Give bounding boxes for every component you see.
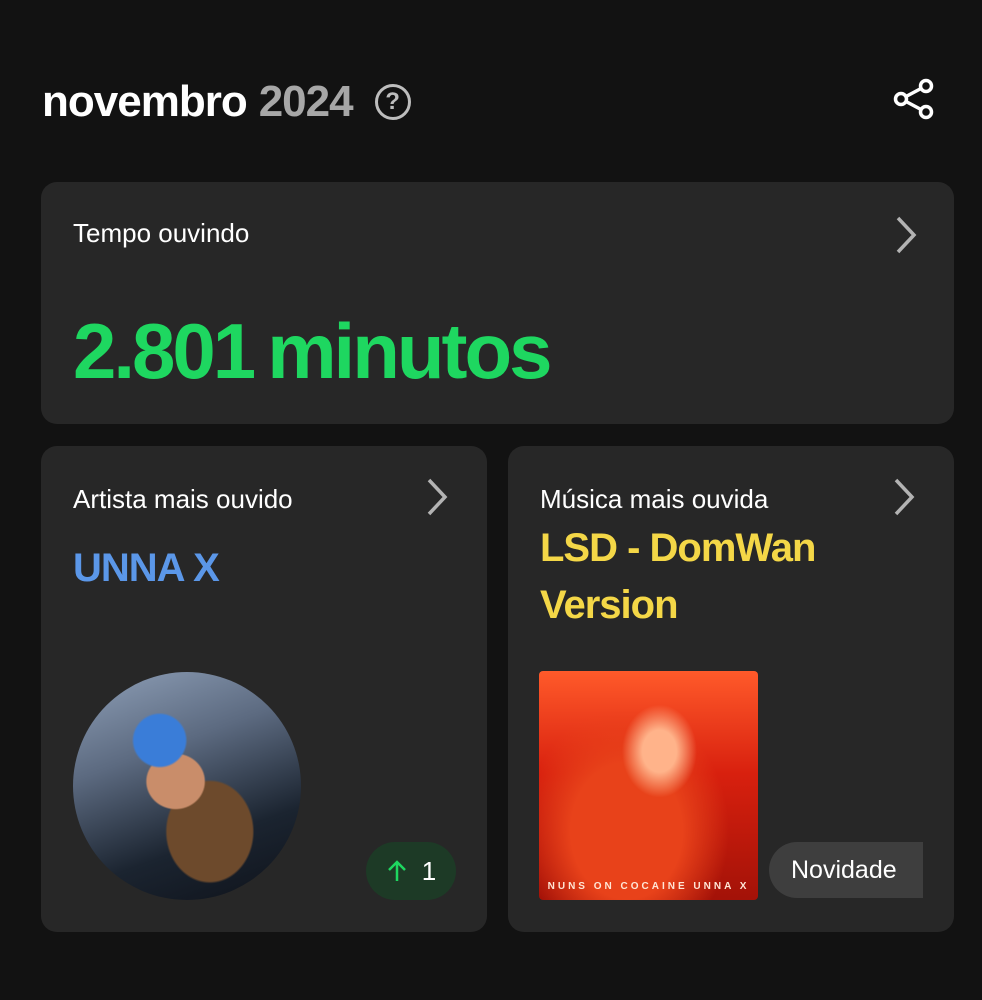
minutes-unit: minutos <box>267 307 552 395</box>
listening-time-value: 2.801 minutos <box>73 306 553 397</box>
month-title: novembro <box>42 77 248 126</box>
rank-change-value: 1 <box>421 855 437 886</box>
top-artist-card[interactable]: Artista mais ouvido UNNA X 1 <box>41 446 487 932</box>
top-song-label: Música mais ouvida <box>540 484 769 514</box>
album-cover-text: NUNS ON COCAINE UNNA X <box>547 881 750 892</box>
minutes-number: 2.801 <box>73 307 256 395</box>
chevron-right-icon <box>894 478 915 516</box>
chevron-right-icon <box>427 478 448 516</box>
artist-avatar <box>73 672 301 900</box>
chevron-right-icon <box>896 216 917 254</box>
share-icon[interactable] <box>892 77 936 121</box>
listening-time-card[interactable]: Tempo ouvindo 2.801 minutos <box>41 182 954 424</box>
new-badge: Novidade <box>769 842 923 898</box>
top-artist-label: Artista mais ouvido <box>73 484 293 514</box>
top-song-card[interactable]: Música mais ouvida LSD - DomWan Version … <box>508 446 954 932</box>
artist-name: UNNA X <box>73 546 220 590</box>
album-cover: NUNS ON COCAINE UNNA X <box>539 671 758 900</box>
help-circle-icon[interactable]: ? <box>374 84 411 120</box>
rank-change-badge: 1 <box>366 842 456 900</box>
listening-time-label: Tempo ouvindo <box>73 218 250 248</box>
help-glyph: ? <box>385 88 400 115</box>
year-title: 2024 <box>258 77 354 126</box>
song-title: LSD - DomWan Version <box>540 526 816 627</box>
header: novembro 2024 ? <box>42 74 411 130</box>
arrow-up-icon <box>387 860 406 881</box>
